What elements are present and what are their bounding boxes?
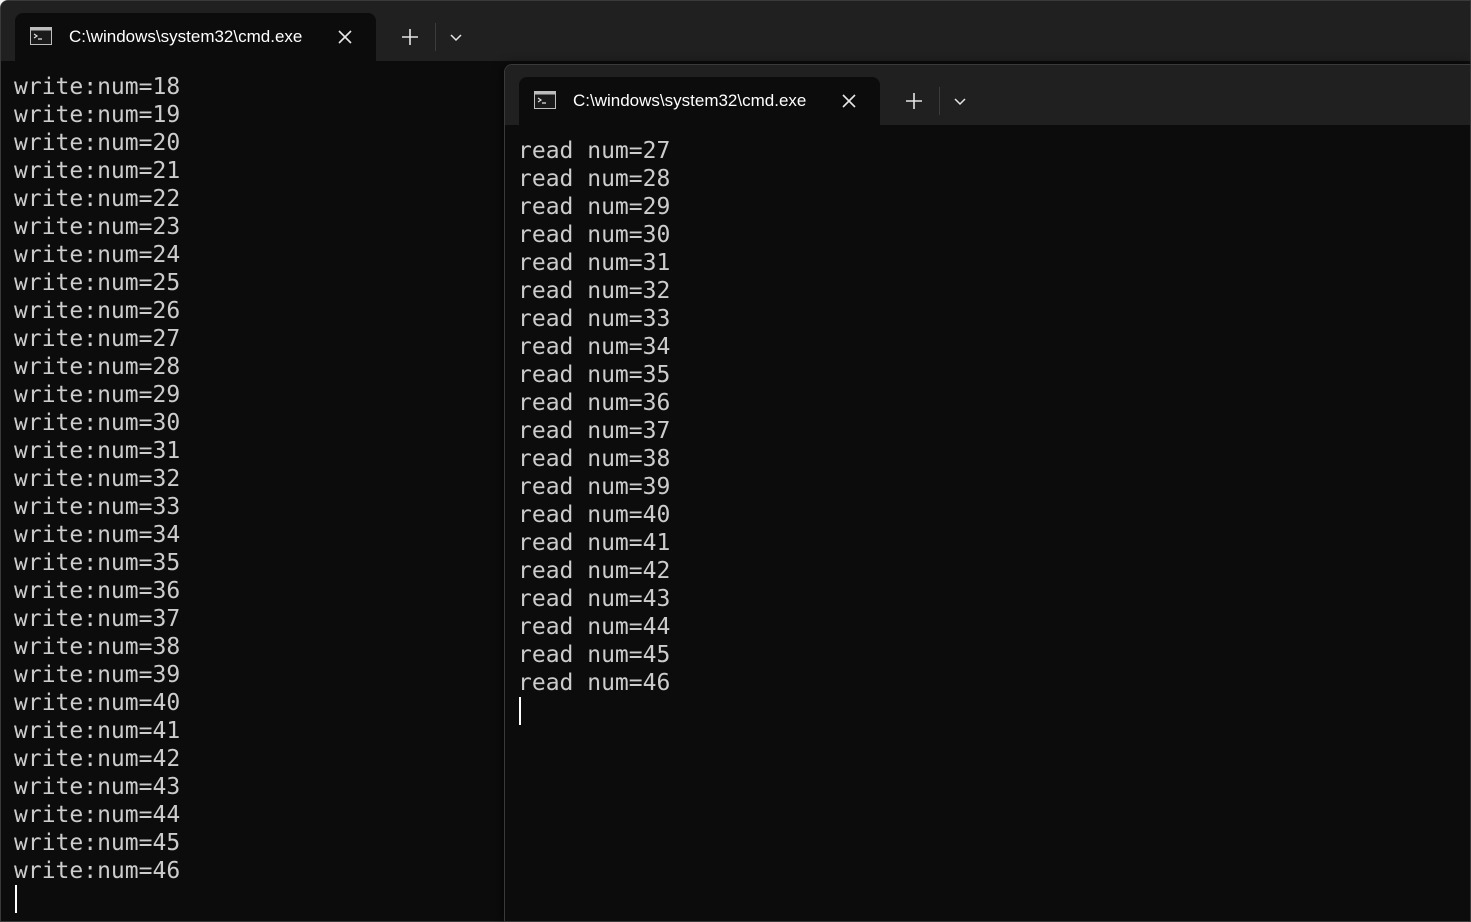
console-line: read num=45 <box>518 642 671 668</box>
console-line: write:num=36 <box>14 578 181 604</box>
tab-title: C:\windows\system32\cmd.exe <box>69 27 303 46</box>
console-line: write:num=40 <box>14 690 181 716</box>
close-icon[interactable] <box>837 89 861 113</box>
console-line: read num=31 <box>518 250 671 276</box>
tab-separator <box>939 87 940 115</box>
console-line: write:num=38 <box>14 634 181 660</box>
console-line: write:num=37 <box>14 606 181 632</box>
plus-icon[interactable] <box>901 88 927 114</box>
tab-cmd[interactable]: C:\windows\system32\cmd.exe <box>15 13 376 61</box>
text-cursor <box>15 885 17 913</box>
console-line: write:num=23 <box>14 214 181 240</box>
plus-icon[interactable] <box>397 24 423 50</box>
console-line: write:num=41 <box>14 718 181 744</box>
console-lines: read num=27 read num=28 read num=29 read nu… <box>518 137 670 725</box>
console-line: write:num=21 <box>14 158 181 184</box>
console-line: read num=32 <box>518 278 671 304</box>
tab-separator <box>435 23 436 51</box>
console-line: read num=29 <box>518 194 671 220</box>
console-line: read num=27 <box>518 138 671 164</box>
text-cursor <box>519 697 521 725</box>
console-line: write:num=30 <box>14 410 181 436</box>
console-line: read num=42 <box>518 558 671 584</box>
console-lines: write:num=18 write:num=19 write:num=20 writ… <box>14 73 180 913</box>
terminal-icon <box>30 27 52 45</box>
cursor-line <box>14 885 180 913</box>
console-line: write:num=45 <box>14 830 181 856</box>
console-line: write:num=44 <box>14 802 181 828</box>
console-output[interactable]: read num=27 read num=28 read num=29 read nu… <box>505 125 1470 921</box>
console-line: write:num=19 <box>14 102 181 128</box>
console-line: write:num=32 <box>14 466 181 492</box>
console-line: read num=30 <box>518 222 671 248</box>
console-line: write:num=29 <box>14 382 181 408</box>
console-line: read num=35 <box>518 362 671 388</box>
terminal-icon <box>534 91 556 109</box>
console-line: write:num=39 <box>14 662 181 688</box>
console-line: read num=44 <box>518 614 671 640</box>
console-line: write:num=22 <box>14 186 181 212</box>
console-line: write:num=20 <box>14 130 181 156</box>
console-line: write:num=46 <box>14 858 181 884</box>
console-line: read num=33 <box>518 306 671 332</box>
console-line: write:num=34 <box>14 522 181 548</box>
console-line: write:num=42 <box>14 746 181 772</box>
terminal-window-read[interactable]: C:\windows\system32\cmd.exe read num=27 r… <box>504 64 1471 922</box>
chevron-down-icon[interactable] <box>948 89 972 113</box>
console-line: read num=28 <box>518 166 671 192</box>
console-line: read num=36 <box>518 390 671 416</box>
console-line: read num=38 <box>518 446 671 472</box>
console-line: write:num=24 <box>14 242 181 268</box>
title-bar[interactable]: C:\windows\system32\cmd.exe <box>1 1 1470 61</box>
console-line: write:num=31 <box>14 438 181 464</box>
console-line: read num=41 <box>518 530 671 556</box>
console-line: read num=46 <box>518 670 671 696</box>
close-icon[interactable] <box>333 25 357 49</box>
tab-cmd[interactable]: C:\windows\system32\cmd.exe <box>519 77 880 125</box>
cursor-line <box>518 697 670 725</box>
console-line: write:num=33 <box>14 494 181 520</box>
chevron-down-icon[interactable] <box>444 25 468 49</box>
console-line: write:num=18 <box>14 74 181 100</box>
console-line: read num=43 <box>518 586 671 612</box>
console-line: read num=34 <box>518 334 671 360</box>
console-line: read num=40 <box>518 502 671 528</box>
console-line: write:num=27 <box>14 326 181 352</box>
console-line: write:num=25 <box>14 270 181 296</box>
tab-title: C:\windows\system32\cmd.exe <box>573 91 807 110</box>
console-line: read num=37 <box>518 418 671 444</box>
console-line: write:num=43 <box>14 774 181 800</box>
console-line: write:num=35 <box>14 550 181 576</box>
console-line: write:num=26 <box>14 298 181 324</box>
title-bar[interactable]: C:\windows\system32\cmd.exe <box>505 65 1470 125</box>
console-line: read num=39 <box>518 474 671 500</box>
console-line: write:num=28 <box>14 354 181 380</box>
